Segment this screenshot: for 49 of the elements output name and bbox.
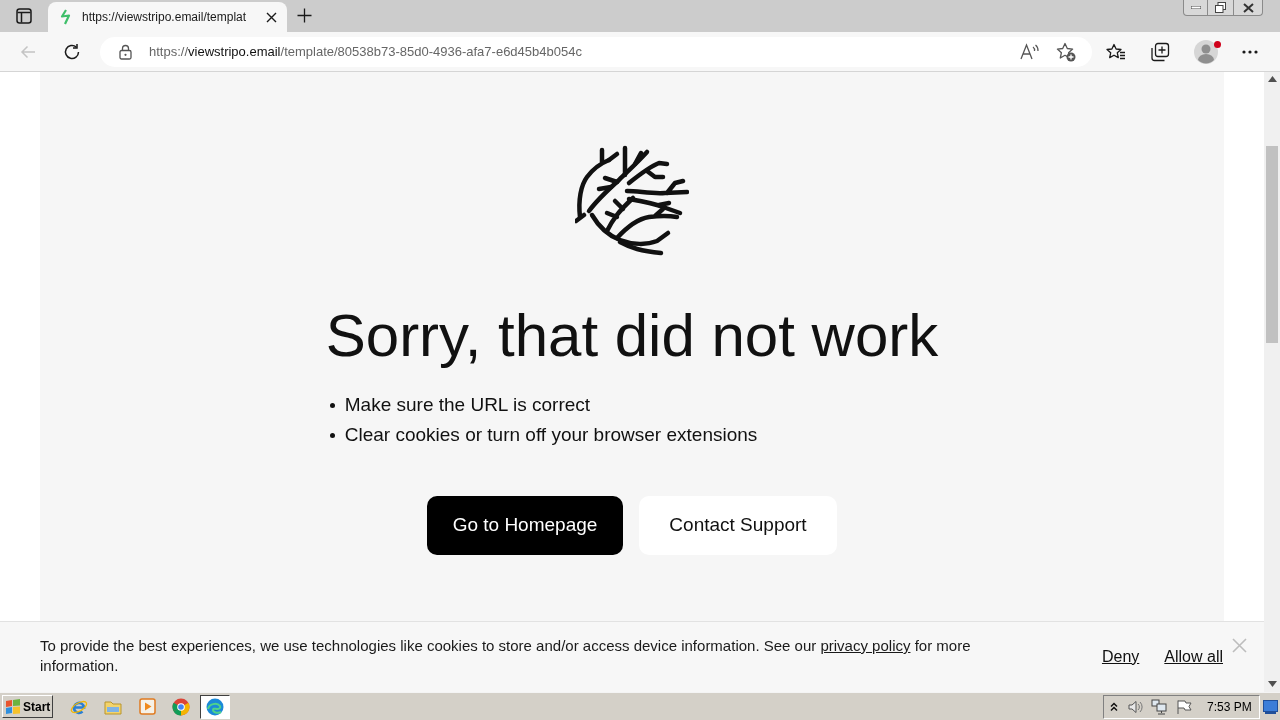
start-button[interactable]: Start: [2, 695, 53, 718]
lock-icon[interactable]: [119, 43, 132, 60]
window-panel-icon[interactable]: [16, 8, 32, 24]
network-icon[interactable]: [1151, 698, 1167, 715]
tip-text: Make sure the URL is correct: [344, 393, 591, 417]
browser-tab[interactable]: https://viewstripo.email/templat: [48, 2, 287, 32]
scroll-down-arrow-icon[interactable]: [1267, 681, 1277, 687]
bullet-icon: [329, 432, 335, 438]
chevron-up-icon[interactable]: [1110, 701, 1118, 712]
plus-icon[interactable]: [297, 8, 312, 23]
taskbar-app-button[interactable]: [200, 694, 230, 719]
close-window-button[interactable]: [1233, 0, 1263, 16]
address-bar[interactable]: https://viewstripo.email/template/80538b73-85d0-4936-afa7-e6d45b4b054c: [100, 36, 1092, 67]
minimize-icon: [1190, 6, 1201, 9]
cookie-action-link[interactable]: Allow all: [1164, 647, 1223, 667]
restore-button[interactable]: [1208, 0, 1233, 16]
flag-icon[interactable]: [1176, 698, 1192, 715]
star-plus-icon[interactable]: [1056, 41, 1076, 62]
address-text[interactable]: https://viewstripo.email/template/80538b73-85d0-4936-afa7-e6d45b4b054c: [149, 41, 582, 62]
primary-button[interactable]: Go to Homepage: [427, 496, 623, 555]
branches-logo-icon: [575, 145, 689, 257]
scrollbar-track[interactable]: [1264, 72, 1280, 692]
error-heading: Sorry, that did not work: [325, 301, 939, 371]
secondary-button[interactable]: Contact Support: [639, 496, 837, 555]
close-icon: [1242, 2, 1254, 13]
scrollbar-thumb[interactable]: [1266, 146, 1278, 343]
four-color-flag-icon: [5, 699, 21, 714]
bullet-icon: [329, 402, 335, 408]
refresh-icon[interactable]: [63, 42, 81, 61]
play-icon: [138, 698, 156, 715]
zigzag-favicon-icon: [60, 9, 72, 25]
favorites-icon[interactable]: [1106, 42, 1126, 61]
tricolor-circle-icon: [172, 697, 190, 716]
cookie-notice-text: To provide the best experiences, we use technologies like cookies to store and/or access device information. See our privacy policy for more information.: [40, 636, 972, 676]
cookie-action-link[interactable]: Deny: [1101, 647, 1140, 667]
avatar-icon[interactable]: [1194, 39, 1218, 64]
collections-icon[interactable]: [1150, 41, 1170, 62]
restore-icon: [1215, 2, 1226, 13]
read-aloud-icon[interactable]: [1020, 43, 1040, 60]
speaker-icon[interactable]: [1127, 698, 1143, 715]
close-icon[interactable]: [266, 11, 277, 23]
tip-text: Clear cookies or turn off your browser extensions: [344, 423, 758, 447]
swirl-circle-icon: [206, 697, 224, 716]
show-desktop-icon[interactable]: [1263, 699, 1278, 714]
folder-icon: [104, 698, 122, 715]
clock-text[interactable]: 7:53 PM: [1207, 697, 1252, 716]
more-icon[interactable]: [1242, 49, 1258, 54]
privacy-policy-link[interactable]: privacy policy: [820, 637, 911, 654]
scroll-up-arrow-icon[interactable]: [1267, 76, 1277, 82]
